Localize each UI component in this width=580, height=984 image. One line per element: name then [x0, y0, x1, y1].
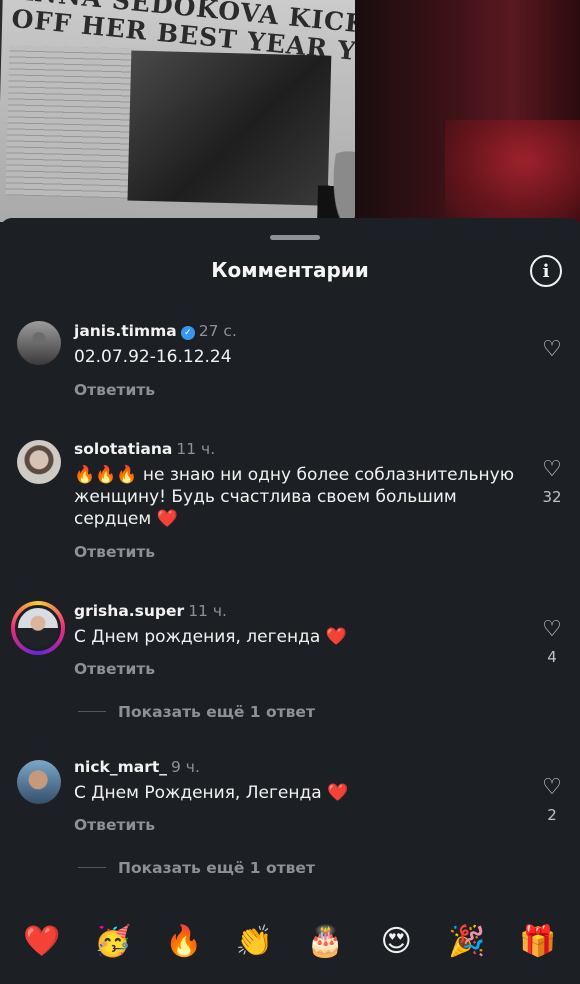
avatar[interactable]	[17, 440, 61, 484]
fire-emoji-button[interactable]: 🔥	[162, 918, 206, 966]
comment-text: 02.07.92-16.12.24	[74, 347, 232, 367]
like-count: 4	[547, 648, 557, 666]
cake-emoji-button[interactable]: 🎂	[303, 918, 347, 966]
comment-username[interactable]: janis.timma	[74, 322, 177, 340]
like-count: 32	[542, 488, 562, 506]
heart-outline-icon[interactable]: ♡	[540, 776, 564, 800]
comment-time: 11 ч.	[188, 602, 227, 620]
comment-time: 11 ч.	[176, 440, 216, 458]
emoji-quick-bar: ❤️ 🥳 🔥 👏 🎂 😍 🎉 🎁	[0, 918, 580, 966]
curtain-glow	[445, 120, 580, 222]
like-button[interactable]: ♡ 32	[540, 458, 564, 507]
newspaper-image: ANNA SEDOKOVA KICKS OFF HER BEST YEAR YE…	[0, 0, 397, 222]
comment-username-row[interactable]: grisha.super 11 ч.	[74, 602, 227, 620]
comment-text: 🔥🔥🔥 не знаю ни одну более соблазнительну…	[74, 465, 515, 529]
heart-eyes-emoji-button[interactable]: 😍	[374, 918, 418, 966]
video-background: ANNA SEDOKOVA KICKS OFF HER BEST YEAR YE…	[0, 0, 580, 222]
heart-emoji: ❤️	[327, 783, 349, 803]
divider-line	[78, 711, 106, 712]
heart-emoji: ❤️	[325, 627, 347, 647]
comment-time: 27 с.	[198, 322, 237, 340]
like-button[interactable]: ♡ 2	[540, 776, 564, 825]
comments-sheet: Комментарии i janis.timma ✓ 27 с. 02.07.92…	[0, 218, 580, 984]
comment-text: С Днем рождения, легенда ❤️	[74, 627, 347, 647]
newspaper-photo	[127, 50, 379, 222]
sheet-title: Комментарии	[211, 258, 369, 282]
reply-button[interactable]: Ответить	[74, 660, 155, 678]
clap-emoji-button[interactable]: 👏	[233, 918, 277, 966]
comment-username-row[interactable]: solotatiana 11 ч.	[74, 440, 215, 458]
divider-line	[78, 867, 106, 868]
gift-emoji-button[interactable]: 🎁	[516, 918, 560, 966]
comment-text: С Днем Рождения, Легенда ❤️	[74, 783, 349, 803]
fire-emoji: 🔥🔥🔥	[74, 465, 138, 485]
heart-emoji: ❤️	[156, 509, 178, 529]
party-popper-emoji-button[interactable]: 🎉	[445, 918, 489, 966]
verified-badge-icon: ✓	[180, 326, 195, 340]
avatar[interactable]	[17, 760, 61, 804]
like-count: 2	[547, 806, 557, 824]
avatar[interactable]	[15, 605, 61, 651]
avatar[interactable]	[17, 321, 61, 365]
newspaper-text-column	[5, 45, 135, 199]
comment-username[interactable]: nick_mart_	[74, 758, 167, 776]
show-more-replies[interactable]: Показать ещё 1 ответ	[78, 703, 315, 721]
heart-emoji-button[interactable]: ❤️	[20, 918, 64, 966]
party-face-emoji-button[interactable]: 🥳	[91, 918, 135, 966]
heart-outline-icon[interactable]: ♡	[540, 458, 564, 482]
comment-username[interactable]: grisha.super	[74, 602, 184, 620]
reply-button[interactable]: Ответить	[74, 381, 155, 399]
sheet-drag-handle[interactable]	[270, 235, 320, 240]
heart-outline-icon[interactable]: ♡	[540, 618, 564, 642]
comment-username-row[interactable]: janis.timma ✓ 27 с.	[74, 322, 237, 340]
comment-username[interactable]: solotatiana	[74, 440, 172, 458]
comment-username-row[interactable]: nick_mart_ 9 ч.	[74, 758, 200, 776]
reply-button[interactable]: Ответить	[74, 543, 155, 561]
reply-button[interactable]: Ответить	[74, 816, 155, 834]
comment-time: 9 ч.	[171, 758, 200, 776]
show-more-replies[interactable]: Показать ещё 1 ответ	[78, 859, 315, 877]
like-button[interactable]: ♡ 4	[540, 618, 564, 667]
like-button[interactable]: ♡	[540, 338, 564, 362]
heart-outline-icon[interactable]: ♡	[540, 338, 564, 362]
info-icon[interactable]: i	[530, 255, 562, 287]
